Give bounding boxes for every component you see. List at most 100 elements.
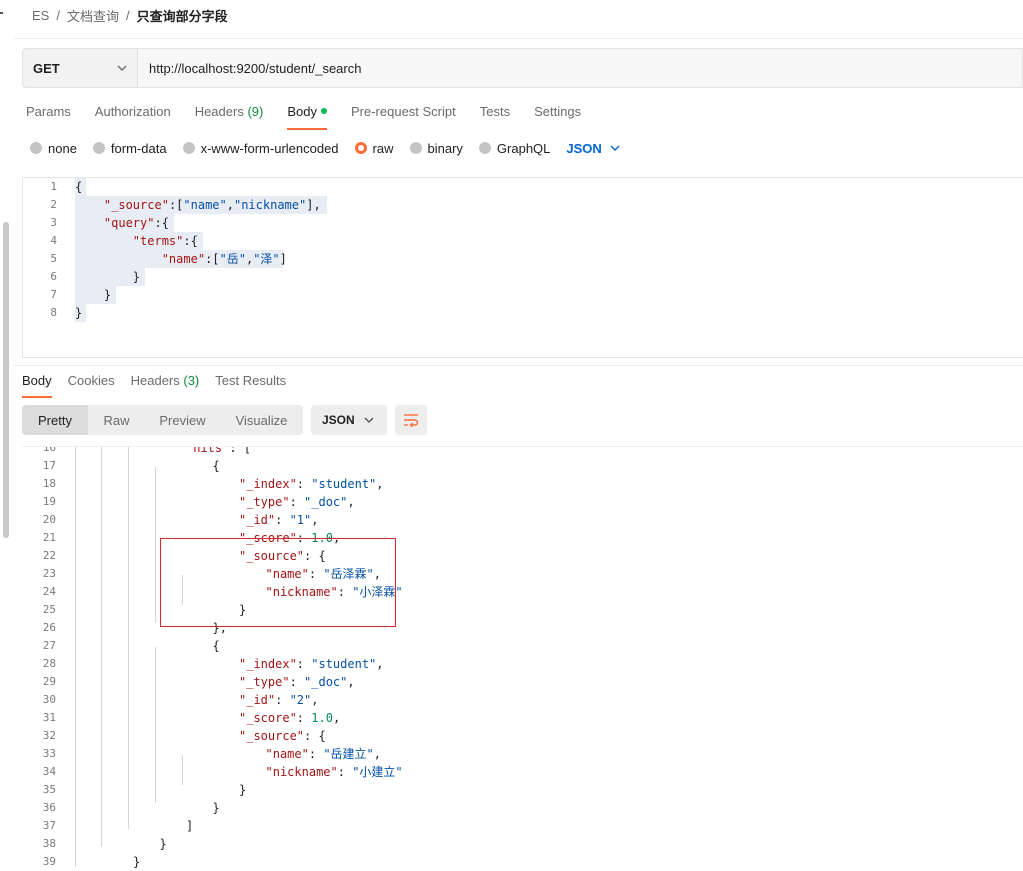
radio-graphql[interactable]: GraphQL	[478, 141, 550, 156]
wrap-lines-icon	[404, 414, 419, 427]
radio-selected-icon	[354, 142, 367, 154]
tab-test-results[interactable]: Test Results	[215, 373, 286, 393]
line-number: 3	[50, 216, 57, 229]
breadcrumb-item-es[interactable]: ES	[32, 8, 49, 23]
radio-x-www-form-urlencoded[interactable]: x-www-form-urlencoded	[182, 140, 339, 156]
radio-form-data[interactable]: form-data	[92, 140, 167, 156]
line-number: 16	[42, 446, 56, 454]
radio-none[interactable]: none	[30, 141, 77, 156]
line-number: 33	[42, 747, 56, 760]
tab-response-body[interactable]: Body	[22, 373, 52, 398]
code-line: "_source":["name","nickname"],	[103, 198, 321, 212]
method-select[interactable]: GET	[22, 48, 137, 88]
code-line: }	[75, 306, 83, 320]
line-number: 6	[50, 270, 57, 283]
code-line: }	[159, 837, 167, 851]
code-line: {	[212, 459, 220, 473]
breadcrumb-item-folder[interactable]: 文档查询	[67, 6, 119, 25]
line-number: 31	[42, 711, 56, 724]
tab-pre-request-script[interactable]: Pre-request Script	[351, 104, 456, 124]
request-body-editor[interactable]: 1 {2 "_source":["name","nickname"], 3 "que…	[22, 177, 1023, 358]
line-number: 7	[50, 288, 57, 301]
response-format-select[interactable]: JSON	[311, 405, 387, 435]
code-line: }	[239, 783, 247, 797]
tab-settings[interactable]: Settings	[534, 104, 581, 124]
radio-icon	[92, 142, 105, 154]
code-line: {	[75, 180, 83, 194]
radio-binary[interactable]: binary	[409, 140, 463, 156]
method-label: GET	[33, 60, 60, 76]
line-number: 20	[42, 513, 56, 526]
wrap-lines-button[interactable]	[395, 405, 427, 435]
code-line: "_type": "_doc",	[239, 675, 355, 689]
code-line: "_type": "_doc",	[239, 495, 355, 509]
breadcrumb-separator: /	[56, 7, 60, 23]
code-line: "_id": "1",	[239, 513, 319, 527]
line-number: 36	[42, 801, 56, 814]
radio-raw[interactable]: raw	[354, 141, 394, 156]
radio-icon	[182, 142, 195, 154]
tab-response-headers[interactable]: Headers (3)	[131, 373, 200, 393]
line-number: 18	[42, 477, 56, 490]
line-number: 34	[42, 765, 56, 778]
chevron-down-icon	[364, 417, 374, 423]
response-tabs: Body Cookies Headers (3) Test Results	[22, 373, 302, 398]
breadcrumb: ES / 文档查询 / 只查询部分字段	[32, 6, 228, 25]
view-preview-button[interactable]: Preview	[145, 405, 220, 435]
tab-label: Headers	[194, 104, 244, 119]
radio-label: binary	[427, 140, 463, 156]
breadcrumb-current[interactable]: 只查询部分字段	[137, 6, 228, 25]
code-line: {	[212, 639, 220, 653]
tab-label: Params	[26, 104, 71, 119]
line-number: 32	[42, 729, 56, 742]
line-number: 39	[42, 855, 56, 868]
body-format-label: JSON	[566, 140, 602, 156]
tab-body[interactable]: Body	[287, 104, 327, 130]
code-line: "_source": {	[239, 729, 326, 743]
line-number: 5	[50, 252, 57, 265]
line-number: 38	[42, 837, 56, 850]
tab-count-badge: (3)	[183, 373, 200, 388]
body-type-selector: none form-data x-www-form-urlencoded raw…	[30, 139, 620, 157]
breadcrumb-separator: /	[125, 7, 130, 23]
left-scrollbar[interactable]	[0, 0, 12, 871]
radio-icon	[409, 142, 422, 154]
tab-label: Pre-request Script	[350, 104, 456, 119]
response-body-viewer[interactable]: 16 "hits": [17 {18 "_index": "student", 19 "_…	[22, 446, 1023, 871]
view-raw-button[interactable]: Raw	[88, 405, 145, 435]
line-number: 1	[50, 180, 57, 193]
collapse-marker	[0, 12, 3, 14]
scrollbar-thumb[interactable]	[3, 222, 9, 538]
tab-label: Headers	[130, 373, 180, 388]
line-number: 2	[50, 198, 57, 211]
line-number: 21	[42, 531, 56, 544]
code-line: "_score": 1.0,	[239, 711, 341, 725]
tab-params[interactable]: Params	[26, 104, 71, 124]
code-line: }	[212, 801, 220, 815]
code-line: "_index": "student",	[239, 477, 384, 491]
radio-label: x-www-form-urlencoded	[200, 140, 339, 156]
code-line: "query":{	[103, 216, 169, 230]
code-line: "nickname": "小建立"	[265, 765, 403, 779]
code-line: "_id": "2",	[239, 693, 319, 707]
line-number: 25	[42, 603, 56, 616]
radio-label: form-data	[110, 140, 167, 156]
status-dot-icon	[320, 108, 327, 114]
code-line: "name": "岳建立",	[265, 747, 382, 761]
request-tabs: Params Authorization Headers (9) Body Pr…	[26, 104, 605, 130]
tab-label: Cookies	[67, 373, 115, 388]
chevron-down-icon	[610, 145, 620, 151]
url-input[interactable]: http://localhost:9200/student/_search	[137, 48, 1023, 88]
radio-icon	[30, 142, 42, 154]
divider	[14, 38, 1023, 39]
view-visualize-button[interactable]: Visualize	[220, 405, 303, 435]
body-format-select[interactable]: JSON	[566, 140, 620, 156]
tab-cookies[interactable]: Cookies	[68, 373, 115, 393]
tab-authorization[interactable]: Authorization	[95, 104, 171, 124]
radio-icon	[478, 142, 491, 154]
code-line: "_index": "student",	[239, 657, 384, 671]
tab-headers[interactable]: Headers (9)	[195, 104, 264, 124]
view-pretty-button[interactable]: Pretty	[22, 405, 88, 435]
line-number: 17	[42, 459, 56, 472]
tab-tests[interactable]: Tests	[480, 104, 510, 124]
